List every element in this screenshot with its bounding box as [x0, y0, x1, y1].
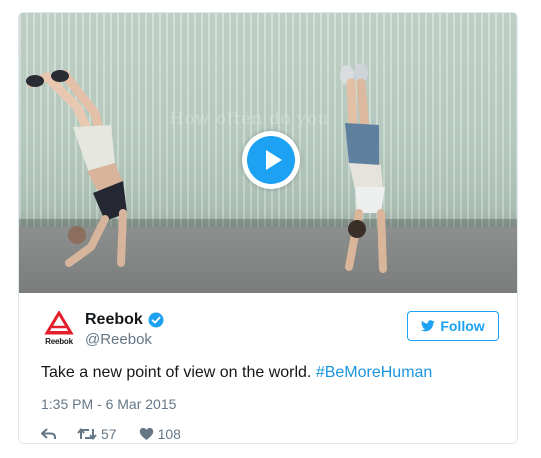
heart-icon — [139, 427, 153, 440]
retweet-button[interactable]: 57 — [77, 426, 117, 442]
reply-button[interactable] — [41, 427, 57, 441]
right-handstand-figure — [340, 63, 387, 273]
video-thumbnail[interactable]: How often do you — [19, 13, 517, 293]
hashtag-link[interactable]: #BeMoreHuman — [316, 364, 433, 381]
verified-badge-icon — [148, 312, 164, 328]
reebok-logo[interactable]: Reebok — [41, 311, 77, 347]
tweet-actions: 57 108 — [41, 425, 181, 443]
tweet-timestamp[interactable]: 1:35 PM - 6 Mar 2015 — [41, 396, 176, 412]
like-count: 108 — [157, 426, 181, 442]
tweet-header: Reebok Reebok @Reebok Follow — [41, 311, 499, 351]
video-watermark-text: How often do you — [169, 109, 330, 129]
left-handstand-figure — [26, 69, 127, 267]
tweet-text-main: Take a new point of view on the world. — [41, 364, 316, 381]
play-button[interactable] — [242, 131, 300, 189]
author-name-row: Reebok — [85, 311, 164, 329]
reply-icon — [41, 428, 56, 439]
tweet-text: Take a new point of view on the world. #… — [41, 363, 501, 383]
retweet-count: 57 — [101, 426, 117, 442]
author-name[interactable]: Reebok — [85, 311, 143, 329]
follow-label: Follow — [440, 318, 485, 334]
like-button[interactable]: 108 — [139, 426, 181, 442]
author-handle[interactable]: @Reebok — [85, 331, 152, 348]
logo-wordmark: Reebok — [45, 337, 73, 346]
bird-icon — [421, 320, 436, 332]
follow-button[interactable]: Follow — [407, 311, 499, 341]
retweet-icon — [77, 427, 97, 441]
embedded-tweet-card: How often do you Reebok Reebok @Reebok F… — [18, 12, 518, 444]
play-icon — [247, 136, 295, 184]
